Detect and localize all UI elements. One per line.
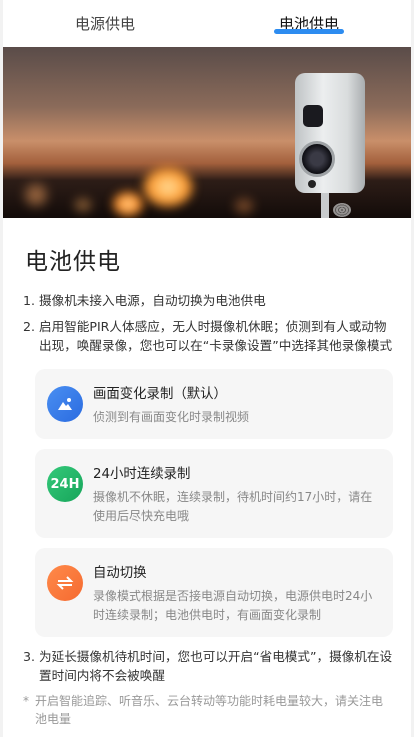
record-mode-cards: 画面变化录制（默认） 侦测到有画面变化时录制视频 24H 24小时连续录制 摄像… [35,369,393,637]
content: 电池供电 1. 摄像机未接入电源，自动切换为电池供电 2. 启用智能PIR人体感… [3,242,411,728]
battery-power-page: 电源供电 电池供电 电池供电 1. 摄像机未接入电源，自动切换为电池供电 2. … [3,0,411,737]
tab-power-supply[interactable]: 电源供电 [3,0,207,47]
mode-card-motion: 画面变化录制（默认） 侦测到有画面变化时录制视频 [35,369,393,439]
step-item: 3. 为延长摄像机待机时间，您也可以开启“省电模式”，摄像机在设置时间内将不会被… [23,649,393,683]
step-item: 2. 启用智能PIR人体感应，无人时摄像机休眠；侦测到有人或动物出现，唤醒录像，… [23,319,393,353]
hero-camera-image [3,47,411,218]
battery-note: * 开启智能追踪、听音乐、云台转动等功能时耗电量较大，请关注电池电量 [23,694,384,726]
tab-battery-supply[interactable]: 电池供电 [207,0,411,47]
mode-card-auto: 自动切换 录像模式根据是否接电源自动切换，电源供电时24小时连续录制；电池供电时… [35,548,393,637]
24h-icon: 24H [47,466,83,502]
image-icon [47,386,83,422]
page-title: 电池供电 [25,249,121,275]
mode-card-24h: 24H 24小时连续录制 摄像机不休眠，连续录制，待机时间约17小时，请在使用后… [35,449,393,538]
switch-icon [47,565,83,601]
power-tabs: 电源供电 电池供电 [3,0,411,47]
step-item: 1. 摄像机未接入电源，自动切换为电池供电 [23,293,266,308]
